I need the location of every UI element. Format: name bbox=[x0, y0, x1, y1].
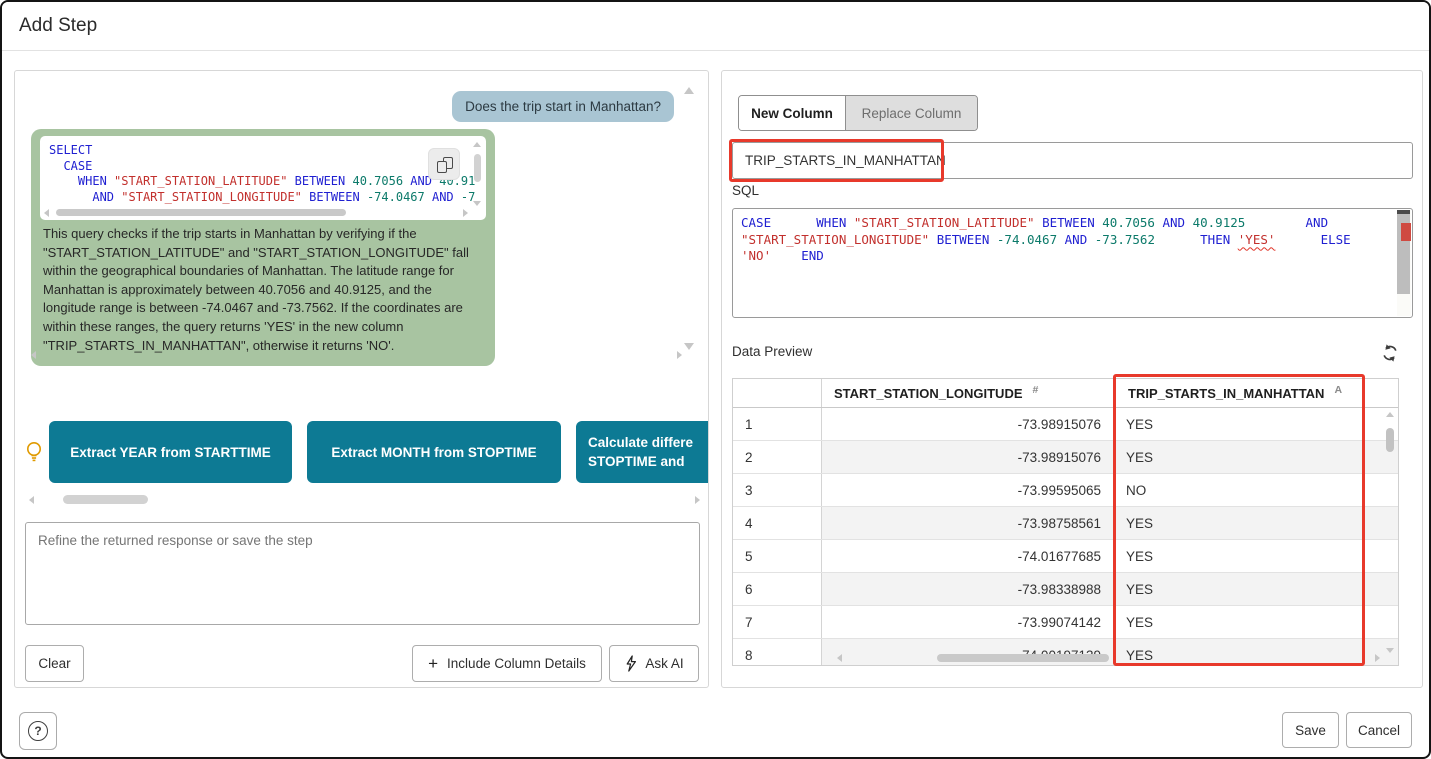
lightbulb-icon bbox=[24, 440, 44, 464]
text-type-icon: A bbox=[1334, 384, 1342, 396]
table-header-row: START_STATION_LONGITUDE#TRIP_STARTS_IN_M… bbox=[733, 379, 1398, 408]
sql-label: SQL bbox=[732, 183, 759, 198]
suggestions-scroll-right-icon[interactable] bbox=[695, 496, 700, 504]
spellcheck-marker-icon bbox=[1401, 223, 1411, 241]
column-mode-tabs: New Column Replace Column bbox=[738, 95, 978, 131]
table-scroll-left-icon[interactable] bbox=[837, 654, 842, 662]
refresh-icon[interactable] bbox=[1380, 342, 1402, 364]
table-row: 1-73.98915076YES bbox=[733, 408, 1398, 441]
table-row: 5-74.01677685YES bbox=[733, 540, 1398, 573]
suggestion-button-3[interactable]: Calculate differeSTOPTIME and bbox=[576, 421, 708, 483]
code-scroll-right-icon[interactable] bbox=[463, 209, 468, 217]
table-body: 1-73.98915076YES2-73.98915076YES3-73.995… bbox=[733, 408, 1398, 666]
chat-scroll-right-icon[interactable] bbox=[677, 351, 682, 359]
suggestions-scrollbar[interactable] bbox=[49, 495, 694, 505]
data-preview-label: Data Preview bbox=[732, 344, 812, 359]
table-vertical-scrollbar[interactable] bbox=[1384, 412, 1396, 653]
sql-code-text: SELECT CASE WHEN "START_STATION_LATITUDE… bbox=[49, 143, 464, 205]
code-horizontal-scrollbar[interactable] bbox=[44, 208, 468, 217]
suggestion-buttons: Extract YEAR from STARTTIMEExtract MONTH… bbox=[49, 421, 708, 483]
tab-new-column[interactable]: New Column bbox=[739, 96, 846, 130]
table-scroll-right-icon[interactable] bbox=[1375, 654, 1380, 662]
chat-action-row: Clear + Include Column Details Ask AI bbox=[25, 645, 699, 682]
sql-expression-editor[interactable]: CASE WHEN "START_STATION_LATITUDE" BETWE… bbox=[732, 208, 1413, 318]
row-number-header bbox=[733, 379, 822, 407]
table-scroll-down-icon[interactable] bbox=[1386, 648, 1394, 653]
plus-icon: + bbox=[428, 655, 438, 672]
page-title: Add Step bbox=[19, 15, 97, 37]
ai-sql-code-block: SELECT CASE WHEN "START_STATION_LATITUDE… bbox=[40, 136, 486, 220]
help-button[interactable]: ? bbox=[19, 712, 57, 750]
chat-scroll-left-icon[interactable] bbox=[31, 351, 36, 359]
table-row: 3-73.99595065NO bbox=[733, 474, 1398, 507]
suggestions-row: Extract YEAR from STARTTIMEExtract MONTH… bbox=[15, 421, 708, 483]
column-editor-panel: New Column Replace Column SQL CASE WHEN … bbox=[721, 70, 1423, 688]
suggestions-scroll-left-icon[interactable] bbox=[29, 496, 34, 504]
column-header-start_station_longitude[interactable]: START_STATION_LONGITUDE# bbox=[822, 379, 1116, 407]
ai-response-bubble: SELECT CASE WHEN "START_STATION_LATITUDE… bbox=[31, 129, 495, 366]
include-column-details-button[interactable]: + Include Column Details bbox=[412, 645, 602, 682]
dialog-header: Add Step bbox=[2, 2, 1429, 51]
table-row: 2-73.98915076YES bbox=[733, 441, 1398, 474]
save-button[interactable]: Save bbox=[1282, 712, 1339, 748]
table-row: 4-73.98758561YES bbox=[733, 507, 1398, 540]
ask-ai-button[interactable]: Ask AI bbox=[609, 645, 699, 682]
chat-scroll-down-icon[interactable] bbox=[684, 343, 694, 350]
suggestion-button-2[interactable]: Extract MONTH from STOPTIME bbox=[307, 421, 561, 483]
lightning-icon bbox=[624, 655, 638, 672]
table-horizontal-scrollbar[interactable] bbox=[837, 653, 1380, 663]
ai-chat-panel: Does the trip start in Manhattan? SELECT… bbox=[14, 70, 709, 688]
chat-scroll-up-icon[interactable] bbox=[684, 87, 694, 94]
refine-response-input[interactable] bbox=[25, 522, 700, 625]
table-row: 6-73.98338988YES bbox=[733, 573, 1398, 606]
copy-code-button[interactable] bbox=[428, 148, 460, 180]
code-scroll-left-icon[interactable] bbox=[44, 209, 49, 217]
suggestion-button-1[interactable]: Extract YEAR from STARTTIME bbox=[49, 421, 292, 483]
code-scroll-up-icon[interactable] bbox=[473, 142, 481, 147]
copy-icon bbox=[437, 157, 453, 173]
column-name-input[interactable] bbox=[732, 142, 1413, 179]
data-preview-table: START_STATION_LONGITUDE#TRIP_STARTS_IN_M… bbox=[732, 378, 1399, 666]
code-vertical-scrollbar[interactable] bbox=[473, 142, 482, 206]
user-message-bubble: Does the trip start in Manhattan? bbox=[452, 91, 674, 122]
numeric-type-icon: # bbox=[1033, 384, 1039, 396]
table-scroll-up-icon[interactable] bbox=[1386, 412, 1394, 417]
add-step-dialog: Add Step Does the trip start in Manhatta… bbox=[0, 0, 1431, 759]
help-icon: ? bbox=[28, 721, 48, 741]
table-row: 7-73.99074142YES bbox=[733, 606, 1398, 639]
tab-replace-column[interactable]: Replace Column bbox=[846, 96, 977, 130]
cancel-button[interactable]: Cancel bbox=[1346, 712, 1412, 748]
sql-expression-text: CASE WHEN "START_STATION_LATITUDE" BETWE… bbox=[741, 215, 1390, 265]
sql-editor-scrollbar[interactable] bbox=[1397, 210, 1411, 316]
clear-button[interactable]: Clear bbox=[25, 645, 84, 682]
column-header-trip_starts_in_manhattan[interactable]: TRIP_STARTS_IN_MANHATTANA bbox=[1116, 379, 1359, 407]
ai-explanation-text: This query checks if the trip starts in … bbox=[40, 225, 486, 357]
code-scroll-down-icon[interactable] bbox=[473, 201, 481, 206]
